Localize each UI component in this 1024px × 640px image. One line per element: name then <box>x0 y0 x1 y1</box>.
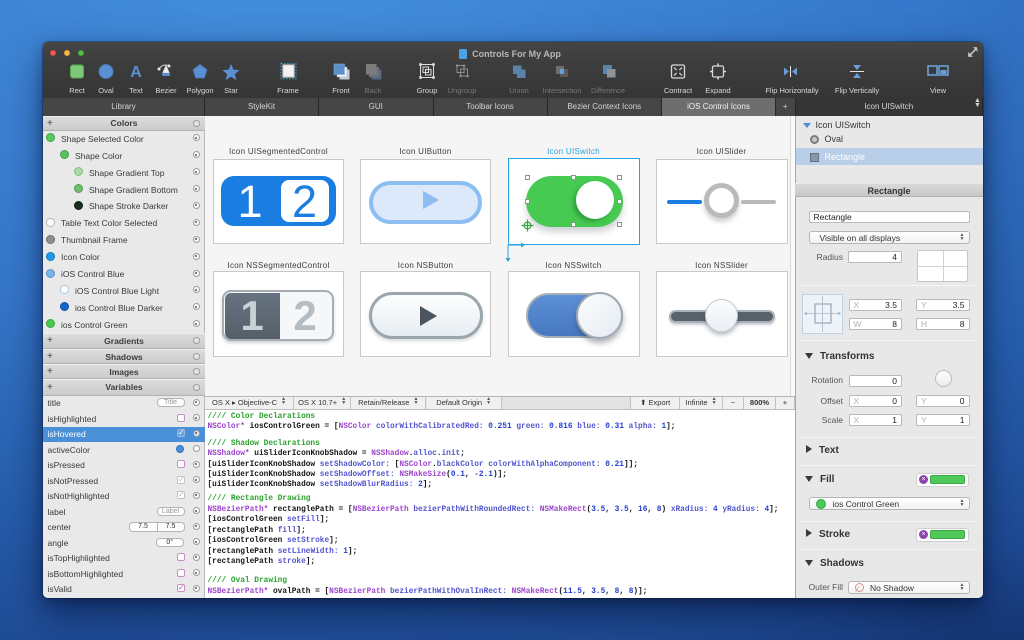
svg-text:A: A <box>130 64 142 80</box>
